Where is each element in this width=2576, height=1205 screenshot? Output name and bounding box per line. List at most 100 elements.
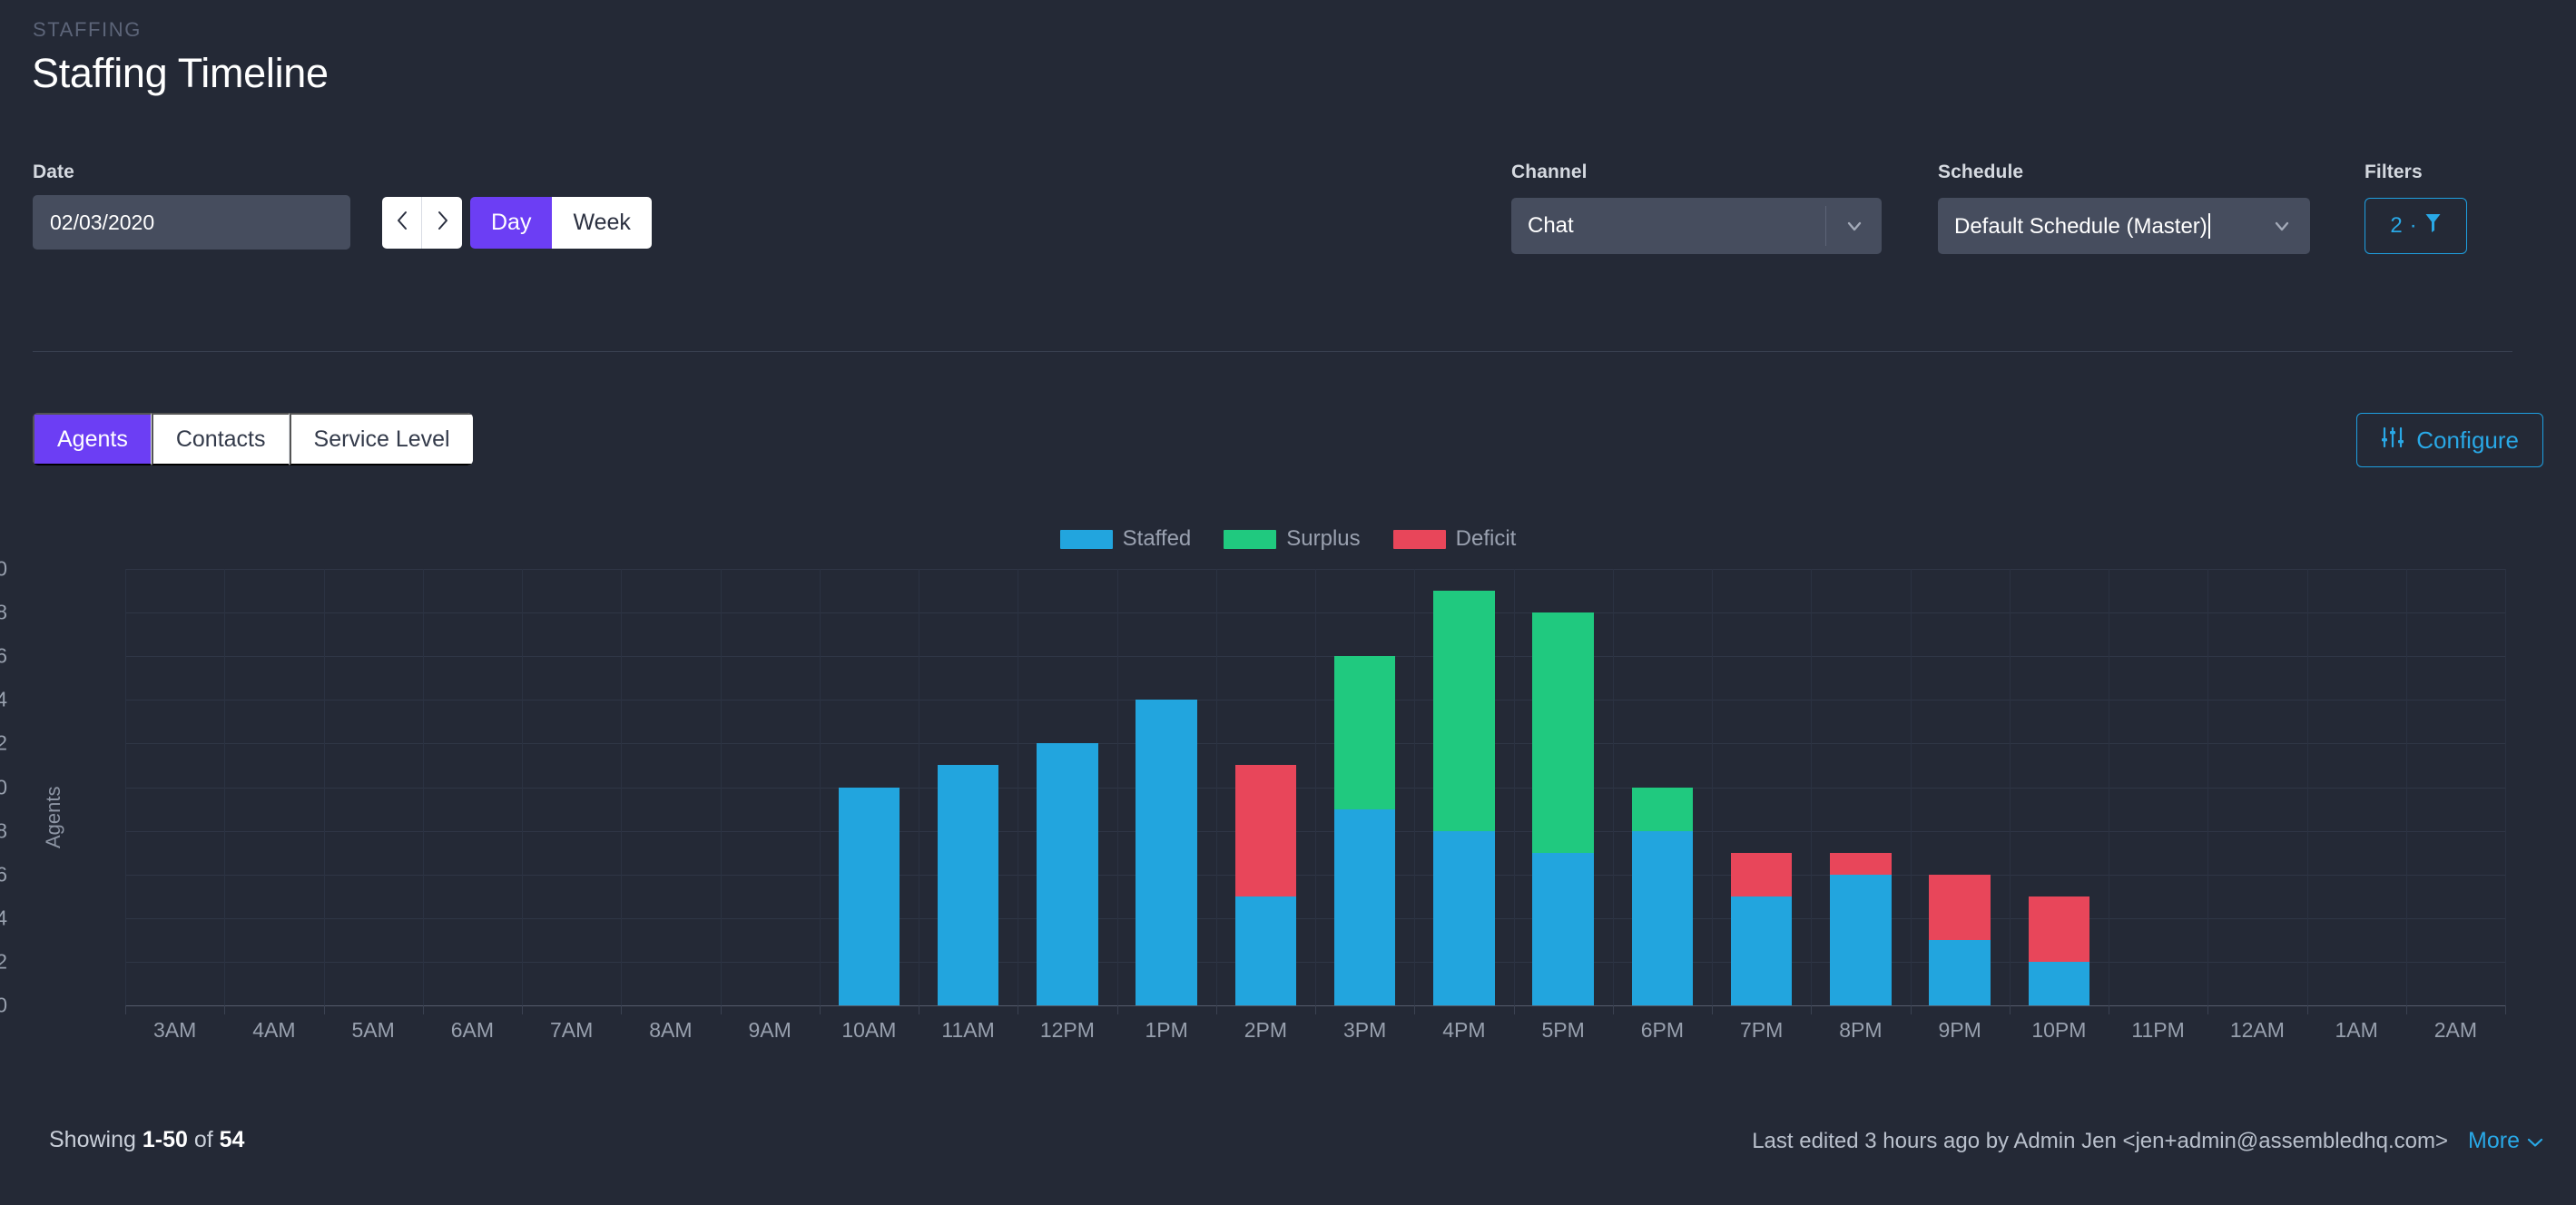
bar-segment-staffed[interactable]: [1532, 853, 1594, 1005]
channel-label: Channel: [1511, 162, 1882, 183]
bar-segment-staffed[interactable]: [1334, 809, 1396, 1005]
gridline-vertical: [1514, 569, 1515, 1005]
bar-segment-deficit[interactable]: [1731, 853, 1793, 896]
bar-segment-staffed[interactable]: [1929, 940, 1991, 1005]
configure-label: Configure: [2416, 426, 2519, 455]
x-axis-tick-label: 1AM: [2335, 1018, 2377, 1043]
chart-plot-area: 024681012141618203AM4AM5AM6AM7AM8AM9AM10…: [125, 569, 2505, 1005]
x-axis-tick-label: 7AM: [550, 1018, 593, 1043]
date-input[interactable]: [33, 195, 350, 250]
configure-button[interactable]: Configure: [2356, 413, 2543, 467]
legend-item-staffed[interactable]: Staffed: [1060, 526, 1192, 552]
date-control-group: Date Day We: [33, 162, 652, 250]
channel-select[interactable]: Chat: [1511, 198, 1882, 254]
date-next-button[interactable]: [422, 197, 462, 249]
tab-service-level[interactable]: Service Level: [290, 413, 473, 465]
bar-segment-staffed[interactable]: [2029, 962, 2090, 1005]
gridline-vertical: [2307, 569, 2308, 1005]
last-edited-note: Last edited 3 hours ago by Admin Jen <je…: [1752, 1129, 2448, 1154]
y-axis-tick-label: 6: [0, 862, 7, 887]
bar-segment-staffed[interactable]: [1136, 700, 1197, 1005]
bar-segment-deficit[interactable]: [1929, 875, 1991, 940]
date-label: Date: [33, 162, 652, 183]
showing-prefix: Showing: [49, 1127, 143, 1152]
gridline-vertical: [1117, 569, 1118, 1005]
x-axis-tick-mark: [1414, 1005, 1415, 1014]
x-axis-tick-mark: [2505, 1005, 2506, 1014]
x-axis-tick-label: 11PM: [2131, 1018, 2184, 1043]
x-axis-tick-label: 5PM: [1541, 1018, 1584, 1043]
x-axis-tick-mark: [820, 1005, 821, 1014]
x-axis-tick-label: 9AM: [748, 1018, 791, 1043]
bar-segment-staffed[interactable]: [1632, 831, 1694, 1005]
channel-select-value: Chat: [1511, 213, 1825, 239]
showing-range: 1-50: [143, 1127, 188, 1152]
x-axis-tick-label: 3PM: [1343, 1018, 1386, 1043]
section-divider: [33, 351, 2512, 352]
showing-total: 54: [220, 1127, 245, 1152]
breadcrumb: STAFFING: [33, 18, 142, 42]
bar-segment-staffed[interactable]: [1731, 896, 1793, 1005]
x-axis-tick-label: 3AM: [153, 1018, 196, 1043]
tab-contacts[interactable]: Contacts: [152, 413, 290, 465]
showing-mid: of: [188, 1127, 220, 1152]
tab-agents[interactable]: Agents: [33, 413, 152, 465]
bar-segment-deficit[interactable]: [1830, 853, 1892, 875]
x-axis-tick-mark: [1117, 1005, 1118, 1014]
date-prev-button[interactable]: [382, 197, 422, 249]
more-label: More: [2468, 1128, 2520, 1154]
x-axis-tick-label: 4PM: [1442, 1018, 1485, 1043]
legend-label-staffed: Staffed: [1123, 526, 1192, 552]
x-axis-tick-mark: [2406, 1005, 2407, 1014]
bar-segment-surplus[interactable]: [1632, 788, 1694, 831]
y-axis-tick-label: 4: [0, 906, 7, 930]
filters-separator: ·: [2410, 213, 2417, 239]
gridline-vertical: [1811, 569, 1812, 1005]
legend-swatch-surplus: [1224, 530, 1276, 549]
gridline-vertical: [125, 569, 126, 1005]
bar-segment-surplus[interactable]: [1433, 591, 1495, 831]
legend-label-deficit: Deficit: [1456, 526, 1517, 552]
bar-segment-staffed[interactable]: [1433, 831, 1495, 1005]
bar-segment-surplus[interactable]: [1334, 656, 1396, 808]
bar-segment-deficit[interactable]: [2029, 896, 2090, 962]
date-range-toggle: Day Week: [470, 197, 652, 249]
x-axis-tick-mark: [2207, 1005, 2208, 1014]
more-button[interactable]: More: [2468, 1128, 2543, 1154]
y-axis-tick-label: 12: [0, 731, 7, 756]
bar-segment-staffed[interactable]: [938, 765, 999, 1005]
bar-segment-staffed[interactable]: [1037, 743, 1098, 1005]
x-axis-tick-label: 11AM: [941, 1018, 994, 1043]
y-axis-tick-label: 10: [0, 775, 7, 799]
x-axis-tick-label: 12AM: [2230, 1018, 2285, 1043]
bar-segment-staffed[interactable]: [839, 788, 900, 1006]
gridline-vertical: [1712, 569, 1713, 1005]
gridline-vertical: [2505, 569, 2506, 1005]
range-day-button[interactable]: Day: [470, 197, 552, 249]
channel-control-group: Channel Chat: [1511, 162, 1882, 254]
schedule-select[interactable]: Default Schedule (Master): [1938, 198, 2310, 254]
range-week-button[interactable]: Week: [552, 197, 651, 249]
bar-segment-surplus[interactable]: [1532, 612, 1594, 853]
x-axis-tick-label: 6AM: [451, 1018, 494, 1043]
bar-segment-staffed[interactable]: [1235, 896, 1297, 1005]
filters-label: Filters: [2365, 162, 2467, 183]
y-axis-tick-label: 0: [0, 994, 7, 1018]
filters-control-group: Filters 2 ·: [2365, 162, 2467, 254]
gridline-vertical: [621, 569, 622, 1005]
x-axis-tick-mark: [522, 1005, 523, 1014]
date-stepper: [382, 197, 462, 249]
legend-item-deficit[interactable]: Deficit: [1393, 526, 1517, 552]
sliders-icon: [2381, 426, 2404, 455]
bar-segment-deficit[interactable]: [1235, 765, 1297, 896]
x-axis-tick-label: 1PM: [1145, 1018, 1187, 1043]
x-axis-tick-mark: [1315, 1005, 1316, 1014]
gridline-vertical: [1216, 569, 1217, 1005]
filters-button[interactable]: 2 ·: [2365, 198, 2467, 254]
x-axis-tick-label: 5AM: [351, 1018, 394, 1043]
legend-item-surplus[interactable]: Surplus: [1224, 526, 1360, 552]
schedule-label: Schedule: [1938, 162, 2310, 183]
bar-segment-staffed[interactable]: [1830, 875, 1892, 1005]
legend-label-surplus: Surplus: [1286, 526, 1360, 552]
gridline-vertical: [721, 569, 722, 1005]
